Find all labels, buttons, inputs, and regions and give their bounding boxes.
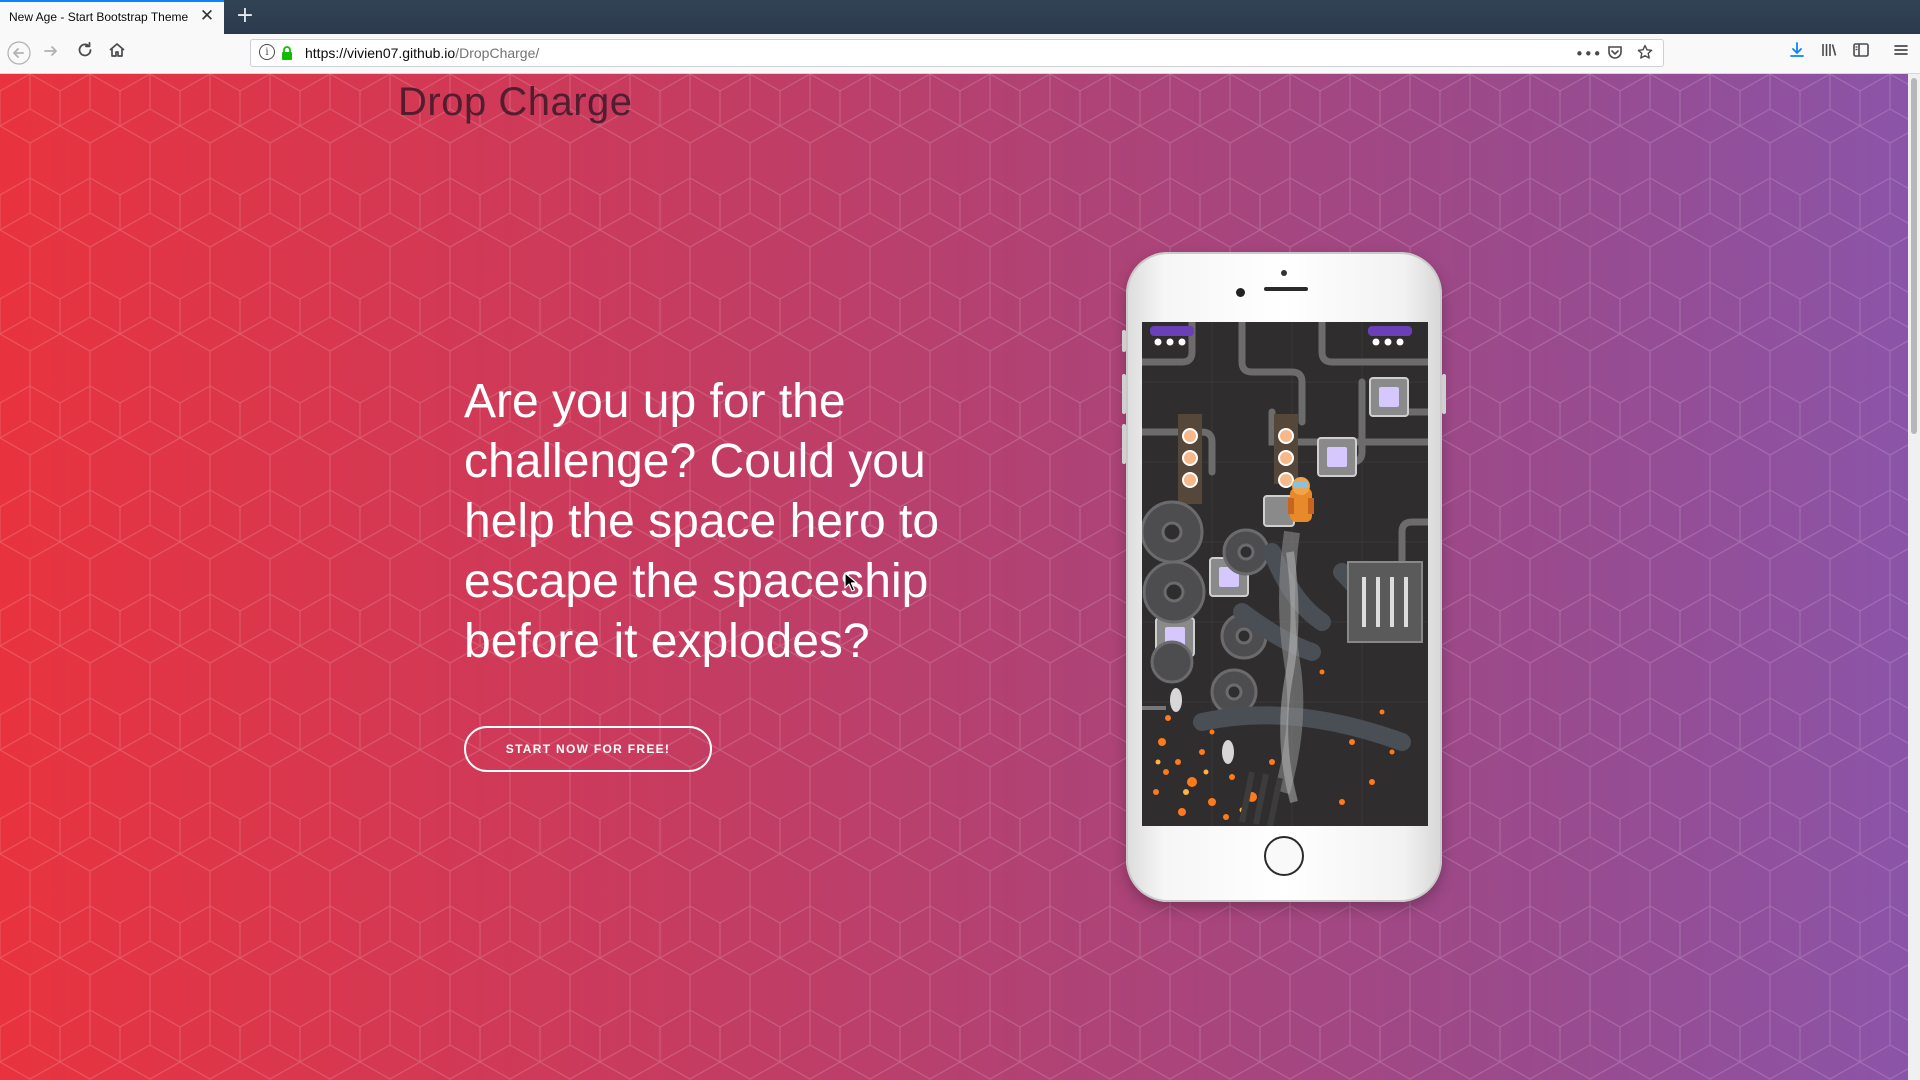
phone-sensor	[1281, 270, 1287, 276]
forward-arrow-icon[interactable]	[38, 41, 64, 67]
library-icon[interactable]	[1816, 41, 1842, 67]
url-path: /DropCharge/	[455, 45, 540, 61]
game-screenshot	[1142, 322, 1428, 826]
phone-side-button	[1442, 374, 1446, 414]
navigation-toolbar: i https://vivien07.github.io/DropCharge/…	[0, 34, 1920, 74]
brand-logo[interactable]: Drop Charge	[398, 80, 633, 125]
more-dots-icon[interactable]: •••	[1575, 44, 1602, 64]
page-background: Drop Charge Are you up for the challenge…	[0, 74, 1908, 1080]
phone-home-button	[1264, 836, 1304, 876]
reload-icon[interactable]	[72, 41, 98, 67]
star-icon[interactable]	[1635, 44, 1655, 64]
active-tab[interactable]: New Age - Start Bootstrap Theme ✕	[0, 0, 224, 34]
site-info-icon[interactable]: i	[259, 44, 275, 60]
scrollbar-thumb[interactable]	[1911, 78, 1917, 434]
lock-icon	[282, 46, 292, 60]
tab-title: New Age - Start Bootstrap Theme	[9, 10, 189, 24]
url-host: https://vivien07.github.io	[305, 45, 456, 61]
phone-side-button	[1122, 374, 1126, 414]
back-arrow-icon[interactable]	[6, 41, 32, 67]
start-now-button[interactable]: START NOW FOR FREE!	[464, 726, 712, 772]
home-icon[interactable]	[104, 41, 130, 67]
mouse-cursor-icon	[844, 572, 858, 592]
pocket-icon[interactable]	[1605, 44, 1625, 64]
phone-side-button	[1122, 424, 1126, 464]
phone-side-button	[1122, 330, 1126, 352]
close-tab-icon[interactable]: ✕	[198, 7, 216, 25]
phone-speaker	[1264, 287, 1308, 291]
hero-headline: Are you up for the challenge? Could you …	[464, 375, 940, 668]
tab-strip: New Age - Start Bootstrap Theme ✕ +	[0, 0, 1920, 34]
hamburger-menu-icon[interactable]	[1888, 41, 1914, 67]
phone-camera	[1236, 288, 1245, 297]
new-tab-button[interactable]: +	[232, 3, 258, 29]
download-arrow-icon[interactable]	[1784, 41, 1810, 67]
sidebar-icon[interactable]	[1848, 41, 1874, 67]
phone-mockup	[1122, 252, 1446, 902]
page-scrollbar[interactable]	[1908, 74, 1920, 1080]
url-text[interactable]: https://vivien07.github.io/DropCharge/	[305, 45, 539, 61]
address-bar[interactable]: i https://vivien07.github.io/DropCharge/…	[250, 39, 1664, 67]
